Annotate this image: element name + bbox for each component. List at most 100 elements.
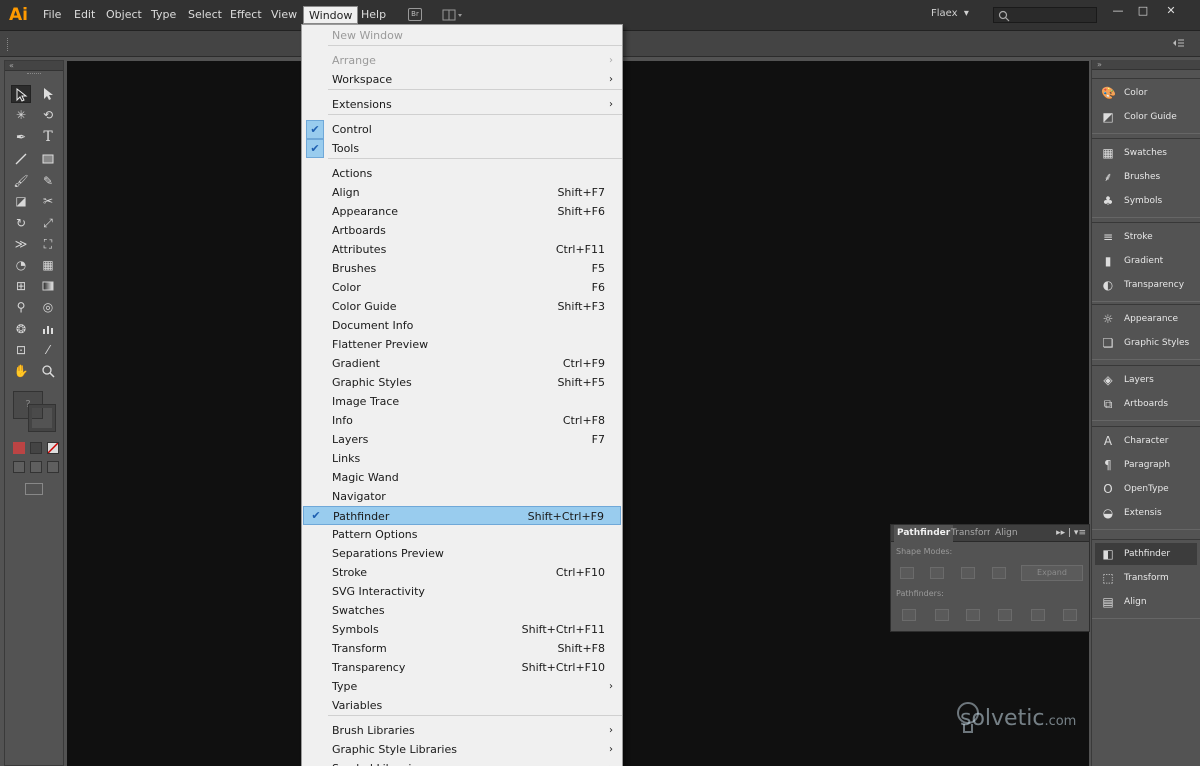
dock-item-transform[interactable]: ⬚ Transform <box>1095 567 1197 589</box>
dock-item-paragraph[interactable]: ¶ Paragraph <box>1095 454 1197 476</box>
screen-mode-icon[interactable] <box>25 483 43 495</box>
menu-item-control[interactable]: ✔ Control <box>303 120 621 139</box>
menu-item-separations-preview[interactable]: Separations Preview <box>303 544 621 563</box>
gradient-tool-icon[interactable] <box>38 277 58 295</box>
dock-item-graphic-styles[interactable]: ❏ Graphic Styles <box>1095 332 1197 354</box>
menu-item-transform[interactable]: Transform Shift+F8 <box>303 639 621 658</box>
dock-item-layers[interactable]: ◈ Layers <box>1095 369 1197 391</box>
menu-item-extensions[interactable]: Extensions › <box>303 95 621 114</box>
menu-object[interactable]: Object <box>101 6 147 24</box>
color-mode-button[interactable] <box>13 442 25 454</box>
minus-front-icon[interactable] <box>930 567 944 579</box>
dock-item-character[interactable]: A Character <box>1095 430 1197 452</box>
dock-item-align[interactable]: ▤ Align <box>1095 591 1197 613</box>
menu-item-type[interactable]: Type › <box>303 677 621 696</box>
dock-item-color-guide[interactable]: ◩ Color Guide <box>1095 106 1197 128</box>
dock-item-opentype[interactable]: O OpenType <box>1095 478 1197 500</box>
blob-brush-tool-icon[interactable]: ◪ <box>11 192 31 210</box>
menu-type[interactable]: Type <box>146 6 181 24</box>
menu-item-variables[interactable]: Variables <box>303 696 621 715</box>
tools-panel-grip[interactable] <box>27 73 41 74</box>
crop-icon[interactable] <box>998 609 1012 621</box>
draw-normal-icon[interactable] <box>13 461 25 473</box>
arrange-documents-button[interactable] <box>441 8 465 22</box>
lasso-tool-icon[interactable]: ⟲ <box>38 106 58 124</box>
dock-item-swatches[interactable]: ▦ Swatches <box>1095 142 1197 164</box>
dock-item-pathfinder[interactable]: ◧ Pathfinder <box>1095 543 1197 565</box>
control-panel-menu-icon[interactable] <box>1172 38 1184 50</box>
blend-tool-icon[interactable]: ◎ <box>38 298 58 316</box>
menu-item-graphic-styles[interactable]: Graphic Styles Shift+F5 <box>303 373 621 392</box>
magic-wand-tool-icon[interactable]: ✳ <box>11 106 31 124</box>
tab-transform[interactable]: Transform <box>948 525 990 542</box>
column-graph-tool-icon[interactable] <box>38 320 58 338</box>
menu-item-symbol-libraries[interactable]: Symbol Libraries › <box>303 759 621 766</box>
divide-icon[interactable] <box>902 609 916 621</box>
restore-button[interactable]: □ <box>1135 4 1151 18</box>
rotate-tool-icon[interactable]: ↻ <box>11 214 31 232</box>
menu-item-layers[interactable]: Layers F7 <box>303 430 621 449</box>
workspace-switcher[interactable]: Flaex ▾ <box>931 8 969 19</box>
bridge-button[interactable]: Br <box>408 8 422 21</box>
menu-select[interactable]: Select <box>183 6 227 24</box>
menu-file[interactable]: File <box>38 6 66 24</box>
tools-panel-collapse[interactable]: « <box>5 61 63 71</box>
menu-item-svg-interactivity[interactable]: SVG Interactivity <box>303 582 621 601</box>
menu-item-color-guide[interactable]: Color Guide Shift+F3 <box>303 297 621 316</box>
zoom-tool-icon[interactable] <box>38 362 58 380</box>
panel-menu-icon[interactable]: ▸▸ | ▾≡ <box>1056 528 1086 538</box>
menu-item-transparency[interactable]: Transparency Shift+Ctrl+F10 <box>303 658 621 677</box>
menu-item-pattern-options[interactable]: Pattern Options <box>303 525 621 544</box>
menu-item-color[interactable]: Color F6 <box>303 278 621 297</box>
menu-item-links[interactable]: Links <box>303 449 621 468</box>
menu-item-appearance[interactable]: Appearance Shift+F6 <box>303 202 621 221</box>
menu-item-arrange[interactable]: Arrange › <box>303 51 621 70</box>
menu-item-swatches[interactable]: Swatches <box>303 601 621 620</box>
menu-item-gradient[interactable]: Gradient Ctrl+F9 <box>303 354 621 373</box>
dock-item-artboards[interactable]: ⧉ Artboards <box>1095 393 1197 415</box>
menu-view[interactable]: View <box>266 6 302 24</box>
close-button[interactable]: ✕ <box>1163 4 1179 18</box>
free-transform-tool-icon[interactable]: ⛶ <box>38 235 58 253</box>
dock-item-transparency[interactable]: ◐ Transparency <box>1095 274 1197 296</box>
dock-item-brushes[interactable]: ⸙ Brushes <box>1095 166 1197 188</box>
menu-help[interactable]: Help <box>356 6 391 24</box>
menu-item-document-info[interactable]: Document Info <box>303 316 621 335</box>
menu-item-actions[interactable]: Actions <box>303 164 621 183</box>
dock-item-symbols[interactable]: ♣ Symbols <box>1095 190 1197 212</box>
selection-tool-icon[interactable] <box>11 85 31 103</box>
menu-item-attributes[interactable]: Attributes Ctrl+F11 <box>303 240 621 259</box>
hand-tool-icon[interactable]: ✋ <box>11 362 31 380</box>
shape-builder-tool-icon[interactable]: ◔ <box>11 256 31 274</box>
tab-align[interactable]: Align <box>992 525 1021 542</box>
symbol-sprayer-tool-icon[interactable]: ❂ <box>11 320 31 338</box>
minus-back-icon[interactable] <box>1063 609 1077 621</box>
menu-item-graphic-style-libraries[interactable]: Graphic Style Libraries › <box>303 740 621 759</box>
menu-item-image-trace[interactable]: Image Trace <box>303 392 621 411</box>
menu-item-flattener-preview[interactable]: Flattener Preview <box>303 335 621 354</box>
paintbrush-tool-icon[interactable]: 🖌 <box>11 172 31 190</box>
dock-collapse-button[interactable]: » <box>1092 60 1200 70</box>
eyedropper-tool-icon[interactable]: ⚲ <box>11 298 31 316</box>
artboard-tool-icon[interactable]: ⊡ <box>11 341 31 359</box>
pencil-tool-icon[interactable]: ✎ <box>38 172 58 190</box>
menu-item-navigator[interactable]: Navigator <box>303 487 621 506</box>
tab-pathfinder[interactable]: Pathfinder <box>894 525 954 542</box>
perspective-grid-tool-icon[interactable]: ▦ <box>38 256 58 274</box>
menu-item-magic-wand[interactable]: Magic Wand <box>303 468 621 487</box>
draw-inside-icon[interactable] <box>47 461 59 473</box>
minimize-button[interactable]: — <box>1110 4 1126 18</box>
menu-item-info[interactable]: Info Ctrl+F8 <box>303 411 621 430</box>
rectangle-tool-icon[interactable] <box>38 150 58 168</box>
dock-item-stroke[interactable]: ≡ Stroke <box>1095 226 1197 248</box>
pen-tool-icon[interactable]: ✒ <box>11 128 31 146</box>
dock-item-gradient[interactable]: ▮ Gradient <box>1095 250 1197 272</box>
slice-tool-icon[interactable]: ⁄ <box>38 341 58 359</box>
menu-effect[interactable]: Effect <box>225 6 267 24</box>
menu-item-pathfinder[interactable]: ✔ Pathfinder Shift+Ctrl+F9 <box>303 506 621 525</box>
exclude-icon[interactable] <box>992 567 1006 579</box>
direct-selection-tool-icon[interactable] <box>38 85 58 103</box>
width-tool-icon[interactable]: ≫ <box>11 235 31 253</box>
dock-item-appearance[interactable]: ☼ Appearance <box>1095 308 1197 330</box>
scissors-tool-icon[interactable]: ✂ <box>38 192 58 210</box>
